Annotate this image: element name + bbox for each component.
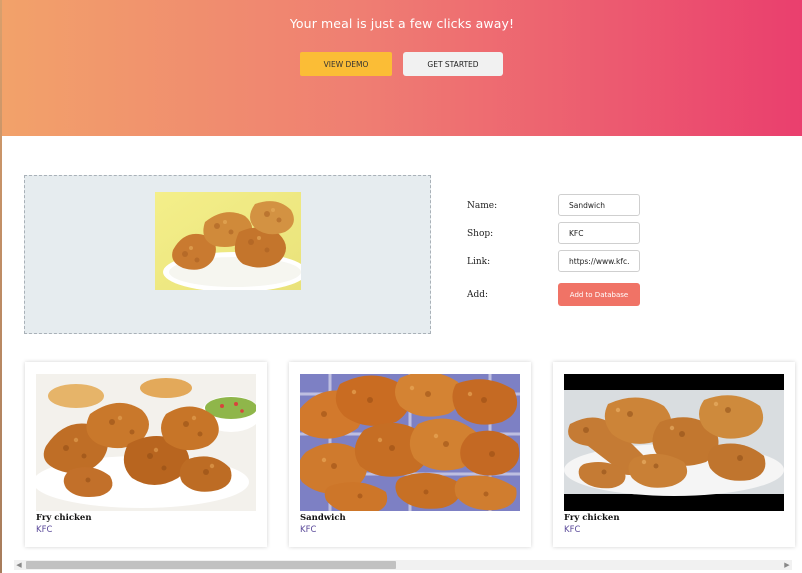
hero-banner: Your meal is just a few clicks away! VIE…: [2, 0, 802, 136]
food-shop: KFC: [300, 525, 317, 535]
food-card[interactable]: Fry chicken KFC: [25, 362, 267, 547]
food-title: Fry chicken: [564, 513, 620, 523]
food-shop: KFC: [36, 525, 53, 535]
horizontal-scrollbar[interactable]: ◀ ▶: [14, 560, 792, 570]
food-title: Fry chicken: [36, 513, 92, 523]
food-image: [564, 374, 784, 511]
food-title: Sandwich: [300, 513, 346, 523]
link-label: Link:: [467, 257, 491, 267]
food-card[interactable]: Fry chicken KFC: [553, 362, 795, 547]
shop-label: Shop:: [467, 229, 494, 239]
shop-input[interactable]: [558, 222, 640, 244]
food-shop: KFC: [564, 525, 581, 535]
link-input[interactable]: [558, 250, 640, 272]
scroll-right-icon[interactable]: ▶: [782, 560, 792, 570]
scrollbar-thumb[interactable]: [26, 561, 396, 569]
add-label: Add:: [467, 290, 489, 300]
scroll-left-icon[interactable]: ◀: [14, 560, 24, 570]
name-input[interactable]: [558, 194, 640, 216]
hero-title: Your meal is just a few clicks away!: [289, 16, 515, 31]
add-to-database-button[interactable]: Add to Database: [558, 283, 640, 306]
get-started-button[interactable]: GET STARTED: [403, 52, 503, 76]
preview-image: [155, 192, 301, 290]
view-demo-button[interactable]: VIEW DEMO: [300, 52, 392, 76]
food-image: [300, 374, 520, 511]
name-label: Name:: [467, 201, 498, 211]
food-image: [36, 374, 256, 511]
image-drop-zone[interactable]: [24, 175, 431, 334]
food-card[interactable]: Sandwich KFC: [289, 362, 531, 547]
